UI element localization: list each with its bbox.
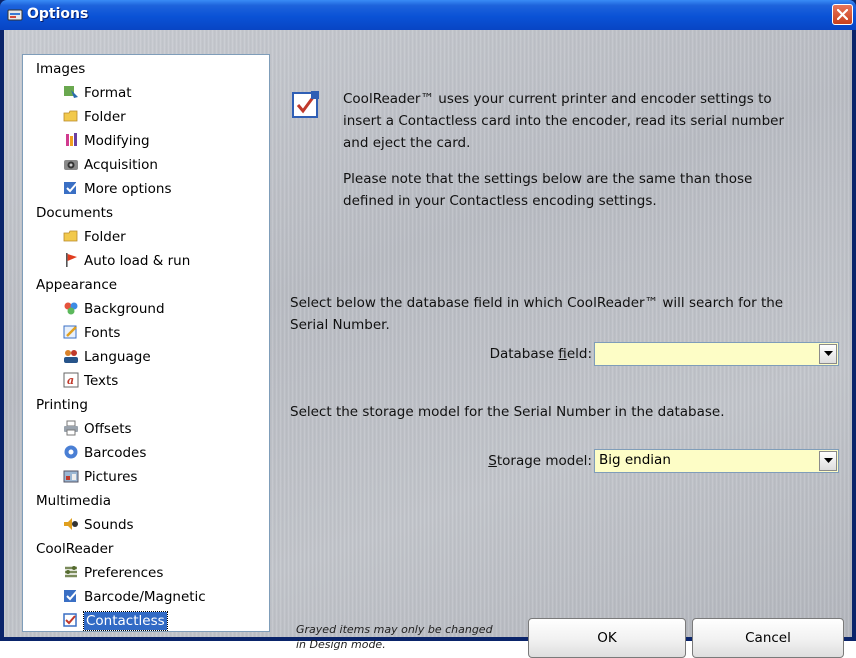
window-title: Options xyxy=(27,6,89,22)
tree-item-images-modifying[interactable]: Modifying xyxy=(63,129,150,153)
tree-item-documents-auto-load[interactable]: Auto load & run xyxy=(63,249,190,273)
cancel-button[interactable]: Cancel xyxy=(692,618,844,658)
format-icon xyxy=(64,86,78,98)
database-field-label: Database field: xyxy=(489,346,592,362)
tree-item-images-format[interactable]: Format xyxy=(63,81,132,105)
ok-button[interactable]: OK xyxy=(528,618,686,658)
contactless-icon xyxy=(63,613,77,627)
tree-category-coolreader[interactable]: CoolReader xyxy=(36,537,113,561)
storage-model-dropdown-button[interactable] xyxy=(819,451,837,471)
note-text: Please note that the settings below are … xyxy=(343,171,753,209)
close-icon xyxy=(837,9,848,20)
tree-category-images[interactable]: Images xyxy=(36,57,85,81)
selected-item-label: Contactless xyxy=(83,611,168,631)
database-instruction: Select below the database field in which… xyxy=(290,295,784,333)
texts-icon: a xyxy=(63,372,79,388)
contactless-info-icon xyxy=(292,91,319,118)
tree-item-appearance-background[interactable]: Background xyxy=(63,297,165,321)
preferences-icon xyxy=(65,566,77,578)
tree-category-label: Appearance xyxy=(36,277,118,293)
barcode-magnetic-icon xyxy=(64,590,78,602)
tree-item-coolreader-preferences[interactable]: Preferences xyxy=(63,561,163,585)
close-button[interactable] xyxy=(832,4,853,25)
language-icon xyxy=(64,350,78,363)
pictures-icon xyxy=(63,470,79,483)
database-field-select[interactable] xyxy=(594,342,839,366)
options-app-icon xyxy=(7,9,23,21)
tree-item-coolreader-contactless[interactable]: Contactless xyxy=(63,609,168,633)
storage-model-select[interactable]: Big endian xyxy=(594,449,839,473)
tree-item-printing-pictures[interactable]: Pictures xyxy=(63,465,137,489)
intro-text: CoolReader™ uses your current printer an… xyxy=(343,91,785,151)
tree-item-appearance-fonts[interactable]: Fonts xyxy=(63,321,120,345)
fonts-icon xyxy=(63,325,77,339)
tree-category-documents[interactable]: Documents xyxy=(36,201,113,225)
folder-icon xyxy=(63,230,78,242)
tree-item-printing-offsets[interactable]: Offsets xyxy=(63,417,132,441)
dialog-client-area: Images Format Folder Modifying Acquisiti… xyxy=(4,30,852,658)
storage-instruction: Select the storage model for the Serial … xyxy=(290,404,725,420)
tree-category-label: Images xyxy=(36,61,86,77)
svg-text:a: a xyxy=(67,374,74,387)
tree-item-coolreader-barcode-magnetic[interactable]: Barcode/Magnetic xyxy=(63,585,206,609)
storage-model-value: Big endian xyxy=(599,452,671,468)
chevron-down-icon xyxy=(824,458,833,463)
title-bar[interactable]: Options xyxy=(0,0,856,30)
tree-item-printing-barcodes[interactable]: Barcodes xyxy=(63,441,146,465)
database-field-dropdown-button[interactable] xyxy=(819,344,837,364)
camera-icon xyxy=(64,160,78,170)
tree-category-label: Multimedia xyxy=(36,493,112,509)
tree-item-appearance-texts[interactable]: a Texts xyxy=(63,369,118,393)
tree-category-label: CoolReader xyxy=(36,541,114,557)
printer-icon xyxy=(64,420,78,436)
tree-item-images-acquisition[interactable]: Acquisition xyxy=(63,153,158,177)
options-tree[interactable]: Images Format Folder Modifying Acquisiti… xyxy=(22,54,270,632)
tree-category-label: Documents xyxy=(36,205,113,221)
options-window: Options Images Format Folder Modifying A… xyxy=(0,0,856,658)
tree-category-appearance[interactable]: Appearance xyxy=(36,273,117,297)
modifying-icon xyxy=(66,133,77,146)
sounds-icon xyxy=(64,518,78,530)
tree-item-images-folder[interactable]: Folder xyxy=(63,105,126,129)
tree-item-appearance-language[interactable]: Language xyxy=(63,345,151,369)
tree-category-printing[interactable]: Printing xyxy=(36,393,88,417)
storage-model-label: Storage model: xyxy=(488,453,592,469)
tree-category-label: Printing xyxy=(36,397,88,413)
chevron-down-icon xyxy=(824,351,833,356)
more-options-icon xyxy=(64,182,78,194)
tree-item-images-more-options[interactable]: More options xyxy=(63,177,171,201)
design-mode-footnote: Grayed items may only be changed in Desi… xyxy=(296,623,493,651)
tree-item-multimedia-sounds[interactable]: Sounds xyxy=(63,513,134,537)
tree-item-documents-folder[interactable]: Folder xyxy=(63,225,126,249)
folder-icon xyxy=(63,110,78,122)
background-icon xyxy=(64,302,78,315)
tree-category-multimedia[interactable]: Multimedia xyxy=(36,489,111,513)
flag-icon xyxy=(66,253,77,267)
barcodes-icon xyxy=(64,445,78,459)
